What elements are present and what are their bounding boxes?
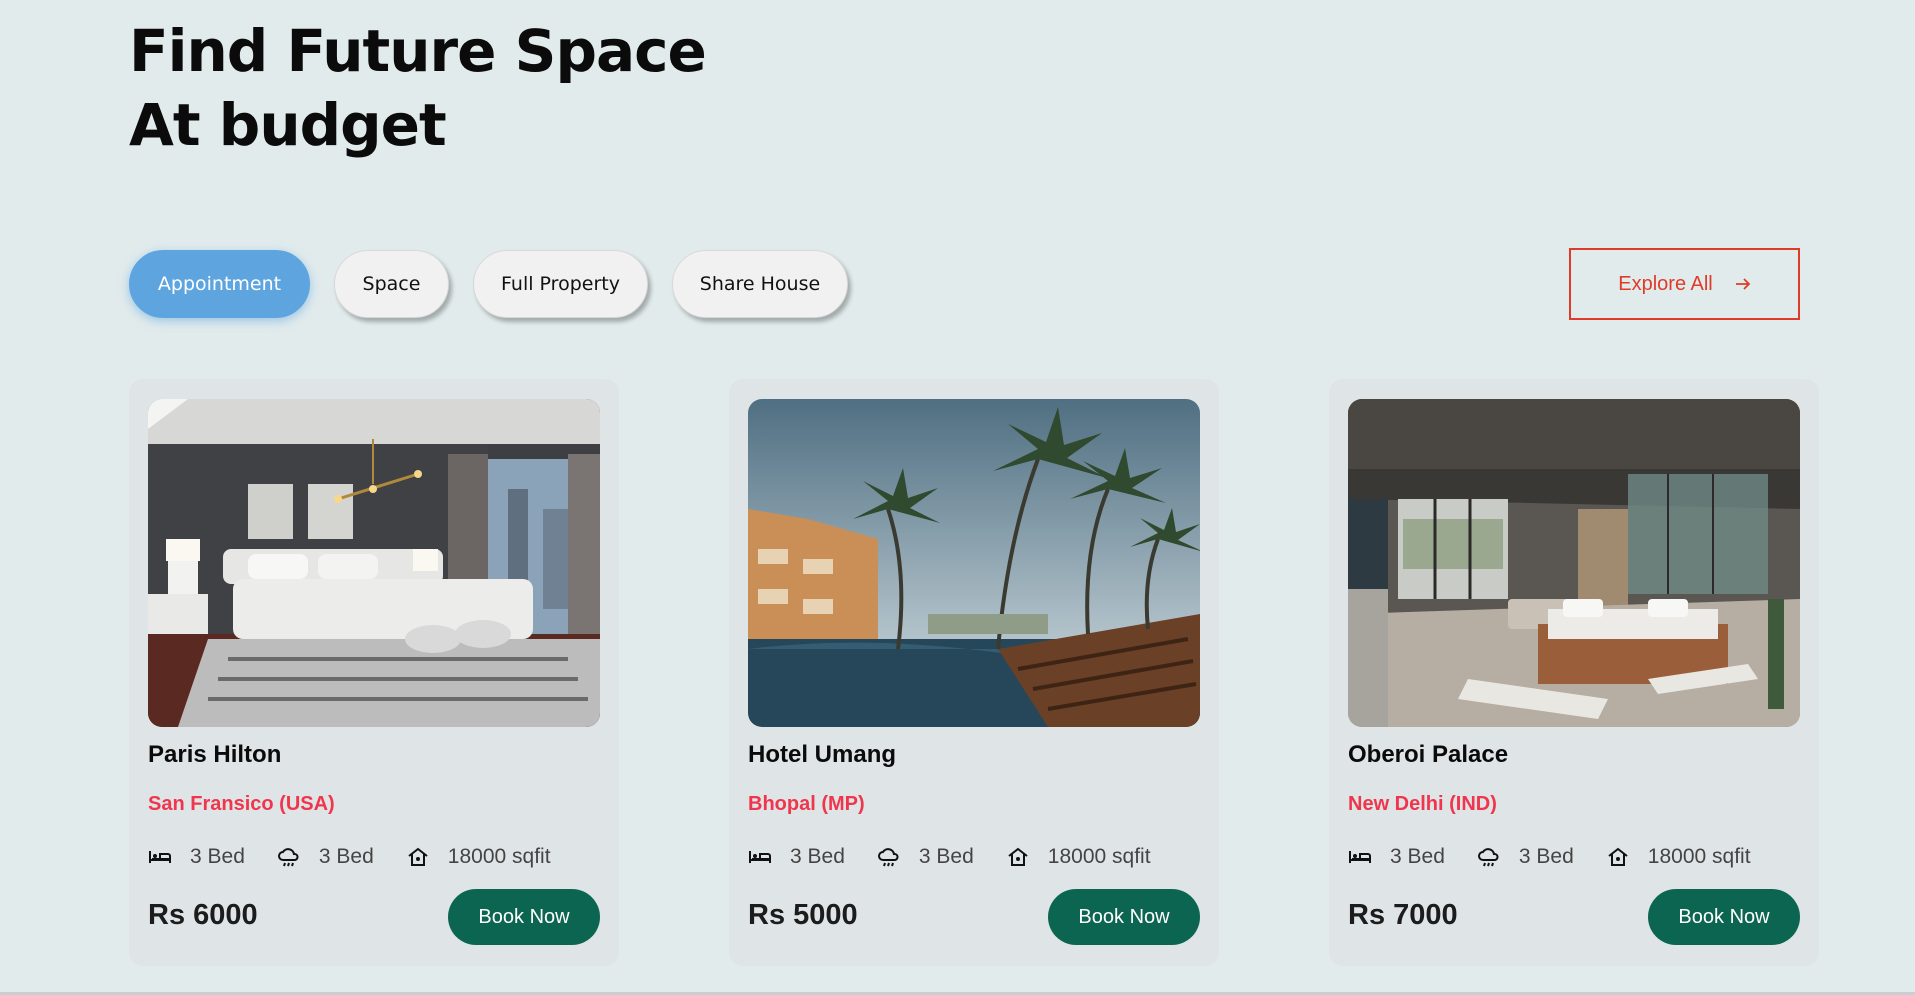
listing-price: Rs 5000 — [748, 899, 858, 931]
amenity-beds-label: 3 Bed — [790, 845, 845, 868]
amenity-baths: 3 Bed — [877, 845, 974, 869]
amenity-beds: 3 Bed — [148, 845, 245, 869]
filter-full-property[interactable]: Full Property — [473, 250, 648, 318]
home-icon — [1008, 847, 1028, 866]
listing-price: Rs 6000 — [148, 899, 258, 931]
filter-tabs: Appointment Space Full Property Share Ho… — [129, 250, 848, 318]
amenity-beds-label: 3 Bed — [1390, 845, 1445, 868]
home-icon — [1608, 847, 1628, 866]
amenity-baths-label: 3 Bed — [318, 845, 374, 868]
listing-photo-bedroom — [148, 399, 600, 727]
listing-amenities: 3 Bed 3 Bed 18000 sqfit — [1348, 845, 1783, 869]
title-line-2: At budget — [129, 91, 447, 159]
listing-card: Paris Hilton San Fransico (USA) 3 Bed 3 … — [129, 379, 619, 966]
listing-name: Oberoi Palace — [1348, 741, 1509, 768]
book-now-button[interactable]: Book Now — [448, 889, 600, 945]
listing-photo-modern-suite — [1348, 399, 1800, 727]
explore-all-button[interactable]: Explore All — [1569, 248, 1800, 320]
listing-location: San Fransico (USA) — [148, 793, 335, 815]
amenity-baths: 3 Bed — [1477, 845, 1574, 869]
amenity-baths-label: 3 Bed — [1518, 845, 1574, 868]
listing-location: Bhopal (MP) — [748, 793, 865, 815]
amenity-beds-label: 3 Bed — [190, 845, 245, 868]
amenity-beds: 3 Bed — [748, 845, 845, 869]
listing-photo-resort-pool — [748, 399, 1200, 727]
amenity-area-label: 18000 sqfit — [1047, 845, 1151, 868]
arrow-right-icon — [1735, 278, 1751, 290]
amenity-area: 18000 sqfit — [1606, 845, 1751, 869]
shower-cloud-icon — [277, 848, 299, 867]
amenity-area: 18000 sqfit — [406, 845, 551, 869]
listing-card: Oberoi Palace New Delhi (IND) 3 Bed 3 Be… — [1329, 379, 1819, 966]
explore-all-label: Explore All — [1618, 272, 1713, 295]
shower-cloud-icon — [877, 848, 899, 867]
filter-share-house[interactable]: Share House — [672, 250, 848, 318]
amenity-baths-label: 3 Bed — [918, 845, 974, 868]
amenity-area-label: 18000 sqfit — [1647, 845, 1751, 868]
listing-amenities: 3 Bed 3 Bed 18000 sqfit — [748, 845, 1183, 869]
listing-location: New Delhi (IND) — [1348, 793, 1497, 815]
bed-icon — [1349, 851, 1371, 863]
listing-name: Paris Hilton — [148, 741, 282, 768]
listing-price: Rs 7000 — [1348, 899, 1458, 931]
filter-space[interactable]: Space — [334, 250, 449, 318]
book-now-button[interactable]: Book Now — [1648, 889, 1800, 945]
amenity-beds: 3 Bed — [1348, 845, 1445, 869]
filter-appointment[interactable]: Appointment — [129, 250, 310, 318]
book-now-button[interactable]: Book Now — [1048, 889, 1200, 945]
listing-amenities: 3 Bed 3 Bed 18000 sqfit — [148, 845, 583, 869]
title-line-1: Find Future Space — [129, 17, 707, 85]
bed-icon — [149, 851, 171, 863]
listing-name: Hotel Umang — [748, 741, 897, 768]
amenity-area: 18000 sqfit — [1006, 845, 1151, 869]
page-title: Find Future Space At budget — [129, 14, 707, 162]
amenity-area-label: 18000 sqfit — [447, 845, 551, 868]
home-icon — [408, 847, 428, 866]
shower-cloud-icon — [1477, 848, 1499, 867]
amenity-baths: 3 Bed — [277, 845, 374, 869]
listing-card: Hotel Umang Bhopal (MP) 3 Bed 3 Bed 1800… — [729, 379, 1219, 966]
bed-icon — [749, 851, 771, 863]
